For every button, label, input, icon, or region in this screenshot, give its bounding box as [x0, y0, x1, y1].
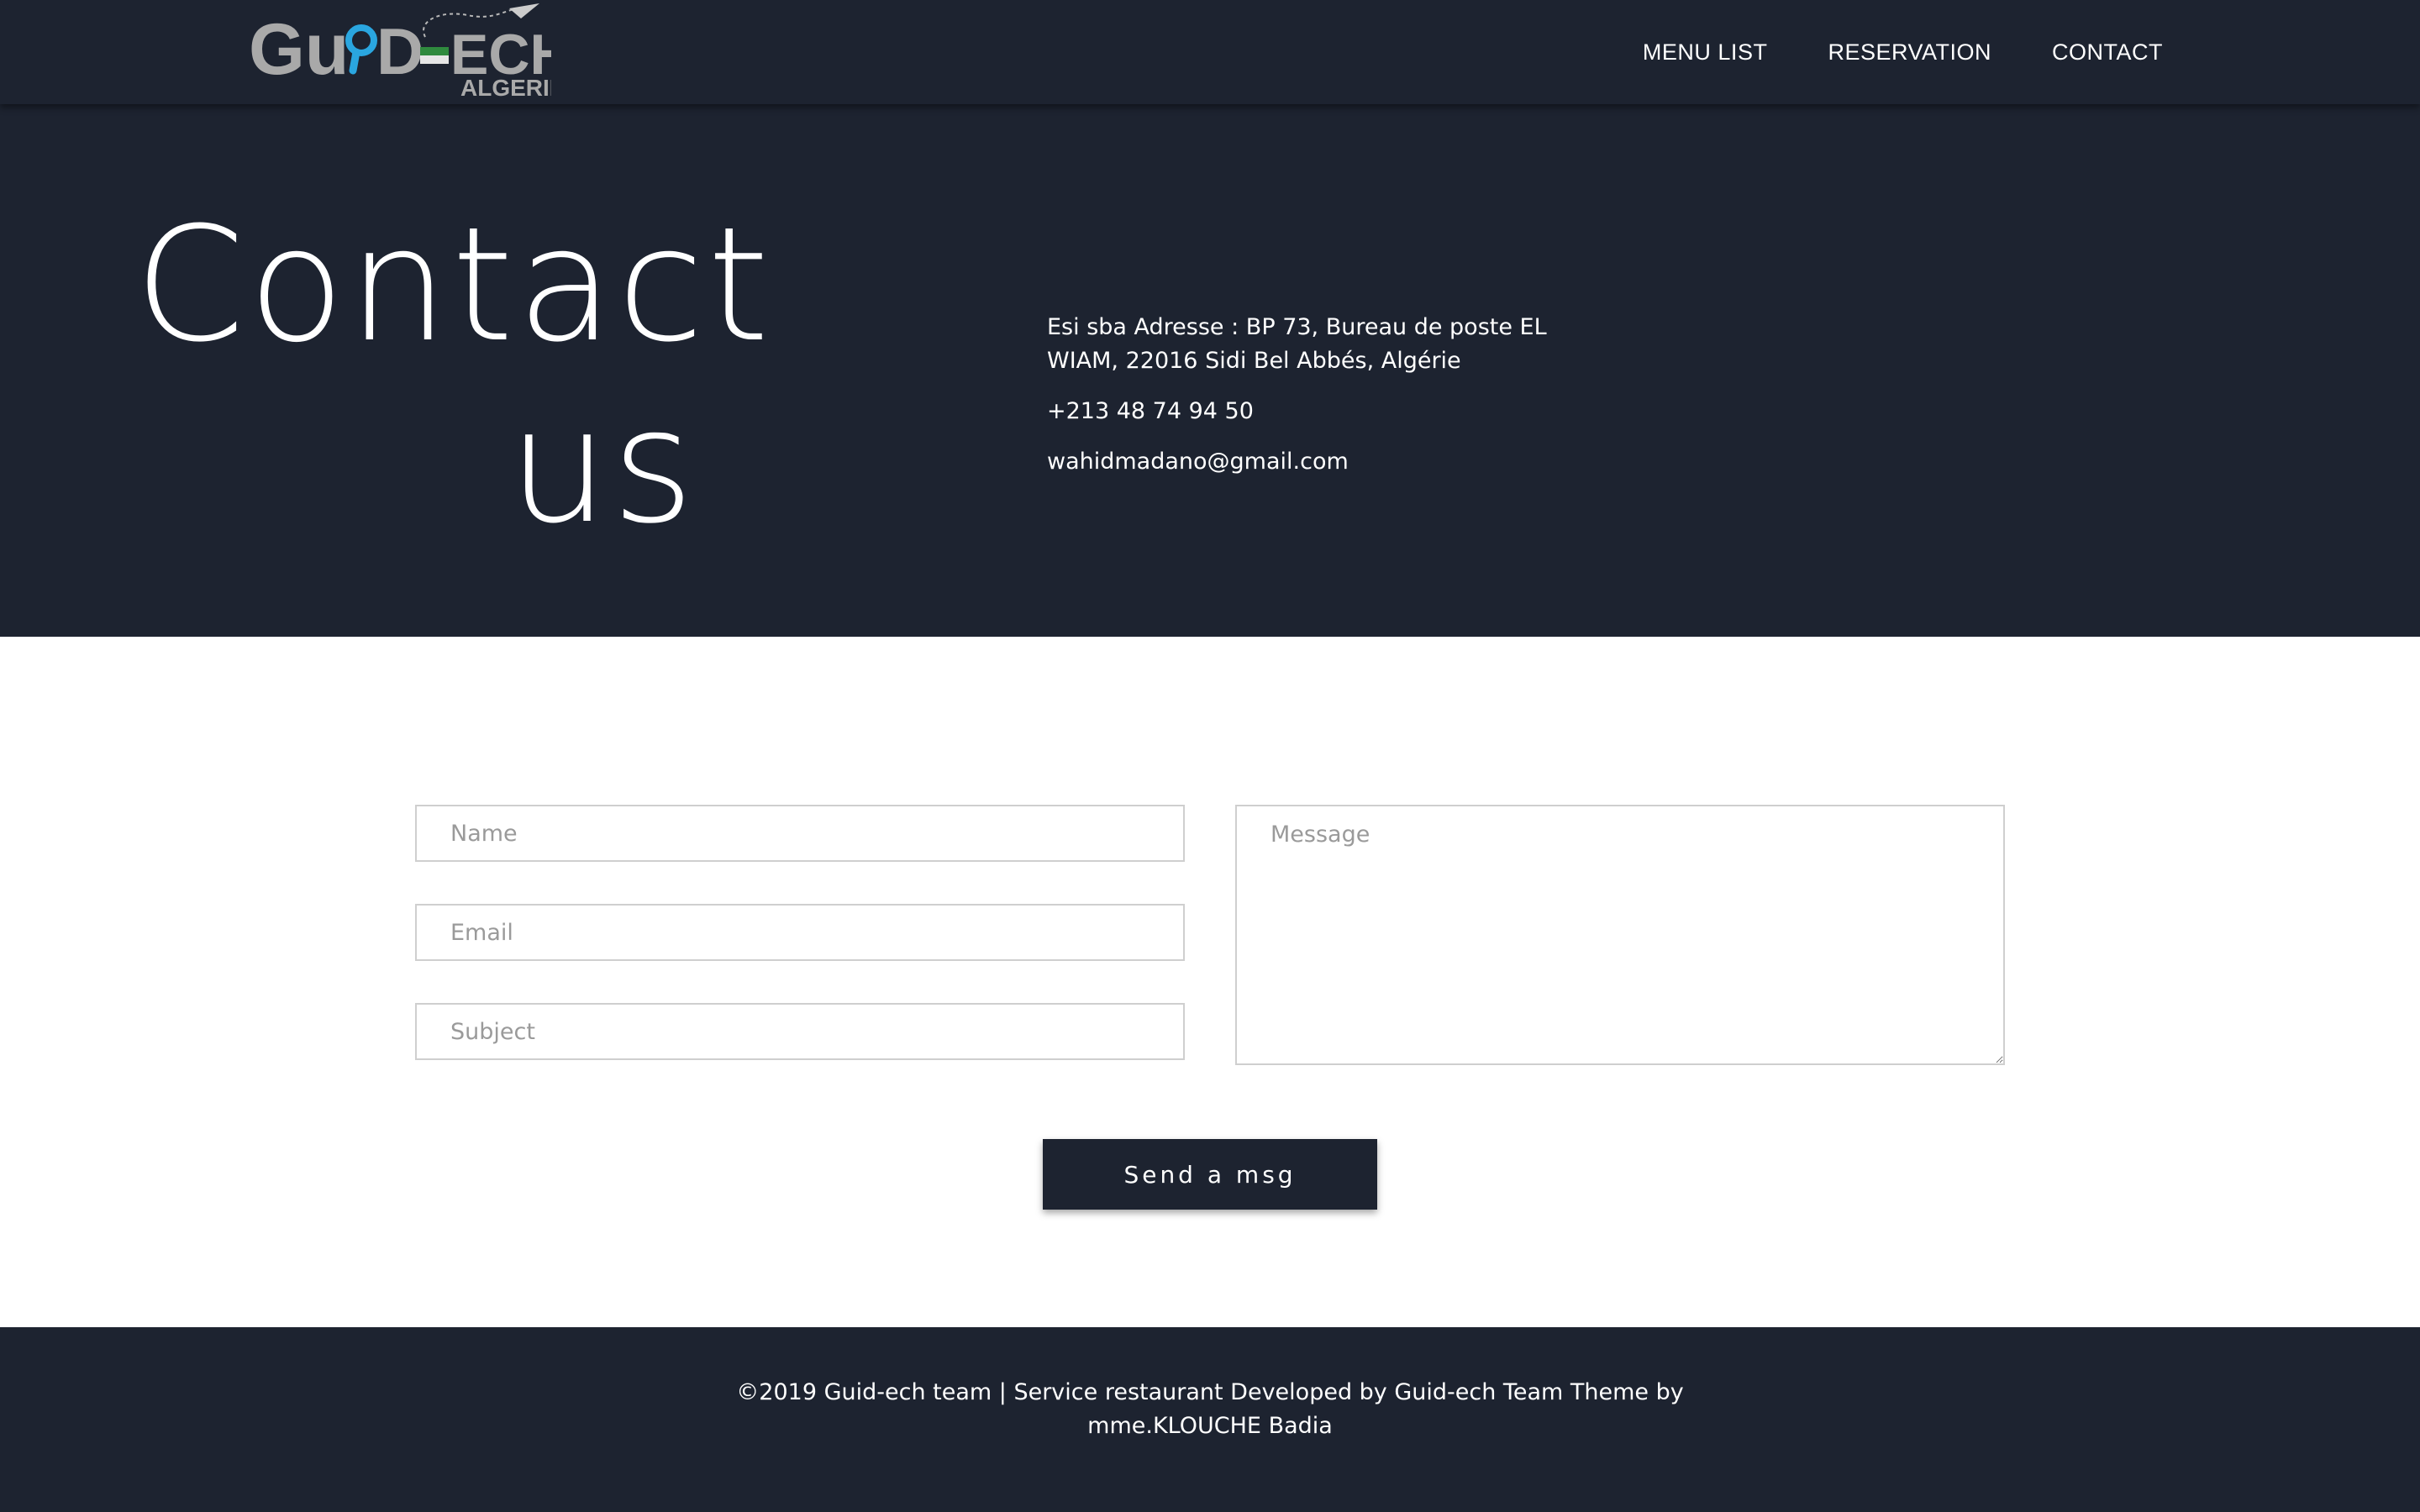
contact-email: wahidmadano@gmail.com	[1047, 449, 1349, 475]
hero-section: Contact us Esi sba Adresse : BP 73, Bure…	[0, 104, 2420, 637]
subject-input[interactable]	[415, 1003, 1185, 1060]
send-message-button[interactable]: Send a msg	[1043, 1139, 1377, 1210]
contact-address: Esi sba Adresse : BP 73, Bureau de poste…	[1047, 314, 1547, 374]
name-input[interactable]	[415, 805, 1185, 862]
nav-item-contact[interactable]: CONTACT	[2052, 39, 2163, 66]
svg-text:D: D	[376, 14, 424, 88]
svg-text:Gu: Gu	[249, 9, 349, 90]
nav-item-reservation[interactable]: RESERVATION	[1828, 39, 1991, 66]
navbar: Gu D ECH ALGERIE MENU LIST RESERVATION C…	[0, 0, 2420, 104]
message-textarea[interactable]	[1235, 805, 2005, 1065]
logo-image: Gu D ECH ALGERIE	[249, 3, 551, 101]
logo-sub-text: ALGERIE	[460, 75, 551, 101]
main-nav: MENU LIST RESERVATION CONTACT	[1643, 0, 2163, 104]
page-title-line2: us	[508, 375, 697, 559]
contact-phone: +213 48 74 94 50	[1047, 398, 1254, 424]
page-title-line1: Contact	[134, 193, 773, 377]
contact-info: Esi sba Adresse : BP 73, Bureau de poste…	[1047, 311, 1568, 496]
site-logo[interactable]: Gu D ECH ALGERIE	[249, 3, 551, 101]
email-input[interactable]	[415, 904, 1185, 961]
nav-item-menu-list[interactable]: MENU LIST	[1643, 39, 1768, 66]
footer: ©2019 Guid-ech team | Service restaurant…	[0, 1327, 2420, 1512]
page-title: Contact us	[134, 193, 773, 559]
contact-form-section: Send a msg	[0, 637, 2420, 1327]
footer-copyright: ©2019 Guid-ech team | Service restaurant…	[736, 1379, 1684, 1439]
